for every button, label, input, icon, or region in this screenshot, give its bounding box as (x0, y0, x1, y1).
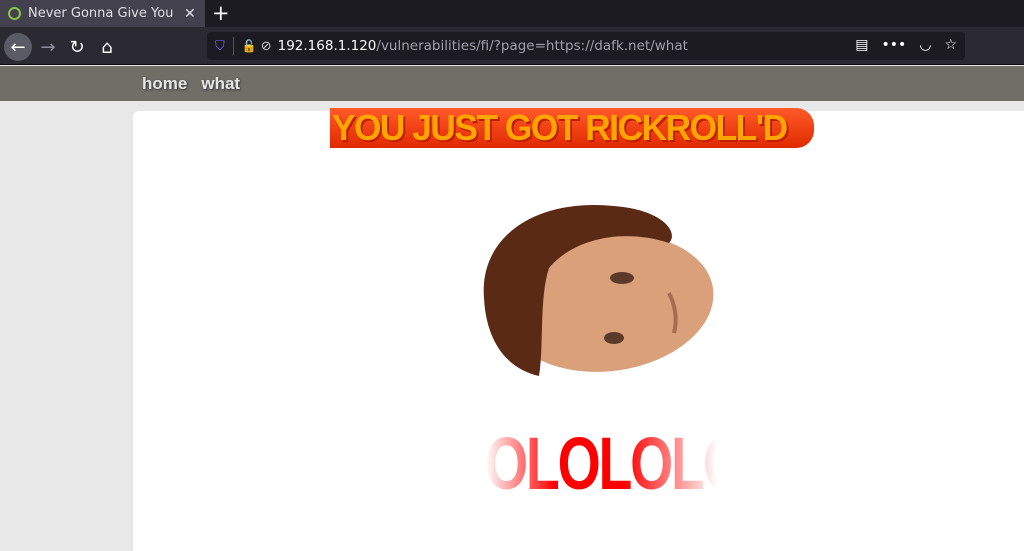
url-host: 192.168.1.120 (277, 38, 377, 54)
browser-tab[interactable]: Never Gonna Give You Up ✕ (0, 0, 205, 27)
reload-button[interactable]: ↻ (63, 33, 91, 61)
more-actions-icon[interactable]: ••• (881, 37, 906, 53)
lololo-text: OLOLOLOLO (485, 428, 718, 500)
navigation-toolbar: ← → ↻ ⌂ ⛉ 🔓 ⊘ 192.168.1.120/vulnerabilit… (0, 27, 1024, 65)
divider (232, 37, 234, 55)
home-button[interactable]: ⌂ (93, 33, 121, 61)
url-path: /vulnerabilities/fi/?page=https://dafk.n… (376, 38, 688, 54)
address-bar[interactable]: ⛉ 🔓 ⊘ 192.168.1.120/vulnerabilities/fi/?… (207, 32, 965, 60)
reader-view-icon[interactable]: ▤ (855, 37, 868, 53)
tab-title: Never Gonna Give You Up (28, 6, 178, 21)
pocket-icon[interactable]: ◡ (919, 37, 931, 53)
rickroll-headline: YOU JUST GOT RICKROLL'D (329, 108, 815, 148)
favicon-icon (6, 5, 23, 22)
nav-link-home[interactable]: home (142, 74, 187, 94)
autoplay-blocked-icon[interactable]: ⊘ (261, 39, 272, 54)
forward-button[interactable]: → (34, 33, 62, 61)
rick-astley-face-image (483, 204, 714, 376)
insecure-lock-icon[interactable]: 🔓 (242, 39, 257, 53)
tracking-shield-icon[interactable]: ⛉ (215, 39, 225, 54)
back-button[interactable]: ← (4, 33, 32, 61)
nav-link-what[interactable]: what (201, 74, 240, 94)
new-tab-button[interactable]: + (212, 1, 230, 25)
close-tab-icon[interactable]: ✕ (184, 6, 196, 22)
tab-strip: Never Gonna Give You Up ✕ + (0, 0, 1024, 27)
site-navigation: home what (0, 66, 1024, 101)
bookmark-star-icon[interactable]: ☆ (944, 37, 957, 53)
